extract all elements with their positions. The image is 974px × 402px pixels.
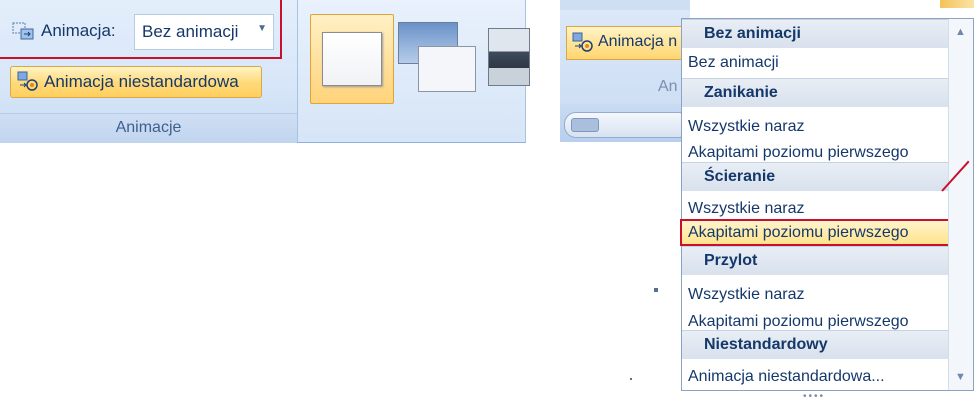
dropdown-header: Przylot: [682, 246, 949, 275]
dropdown-header: Zanikanie: [682, 78, 949, 107]
animations-ribbon: Animacja: Bez animacji ▼ Animacja niesta…: [0, 0, 530, 143]
slide-tab-strip: [560, 104, 690, 142]
dropdown-item-highlighted[interactable]: Akapitami poziomu pierwszego: [680, 219, 951, 246]
slide-preview: [322, 32, 382, 86]
scroll-up-icon[interactable]: ▲: [955, 26, 966, 38]
resize-grip-icon[interactable]: ••••: [803, 391, 825, 402]
animation-icon: [12, 22, 34, 40]
marker-dot: [654, 288, 658, 292]
chevron-down-icon[interactable]: ▼: [257, 23, 267, 34]
transition-thumbnail-none[interactable]: [310, 14, 394, 104]
dropdown-item[interactable]: Wszystkie naraz: [682, 195, 949, 222]
group-label-animations: Animacje: [0, 113, 297, 143]
dropdown-item[interactable]: Bez animacji: [682, 49, 949, 76]
animation-select-value: Bez animacji: [142, 22, 239, 41]
slide-tab[interactable]: [564, 112, 682, 138]
custom-animation-icon: [17, 71, 38, 91]
marker-dot: [630, 378, 632, 380]
animation-select[interactable]: Bez animacji ▼: [134, 14, 274, 50]
slide-preview-front: [418, 46, 476, 92]
dropdown-header: Niestandardowy: [682, 330, 949, 359]
animation-options-list: Bez animacji Bez animacji Zanikanie Wszy…: [680, 19, 951, 390]
animation-dropdown: Bez animacji Bez animacji Zanikanie Wszy…: [680, 18, 974, 391]
dropdown-item[interactable]: Wszystkie naraz: [682, 113, 949, 140]
custom-animation-button[interactable]: Animacja niestandardowa: [10, 66, 262, 98]
dropdown-header: Bez animacji: [682, 19, 949, 48]
custom-animation-label: Animacja niestandardowa: [44, 72, 239, 91]
dropdown-item[interactable]: Animacja niestandardowa...: [682, 363, 949, 390]
transition-gallery: [298, 0, 530, 142]
custom-animation-icon: [572, 32, 593, 52]
animations-group: Animacja: Bez animacji ▼ Animacja niesta…: [0, 0, 298, 143]
ribbon-top-strip: [560, 0, 690, 10]
faded-label: An: [658, 78, 678, 95]
dropdown-item[interactable]: Wszystkie naraz: [682, 281, 949, 308]
custom-animation-button-partial[interactable]: Animacja n: [566, 26, 690, 60]
animation-label: Animacja:: [41, 21, 116, 40]
dropdown-scrollbar[interactable]: ▲ ▼: [948, 19, 973, 390]
ribbon-edge: [940, 0, 974, 8]
tab-knob-icon: [571, 118, 599, 132]
dropdown-header: Ścieranie: [682, 162, 949, 191]
animation-selector-row: Animacja: Bez animacji ▼: [0, 0, 282, 59]
custom-animation-label-partial: Animacja n: [598, 33, 678, 50]
scroll-down-icon[interactable]: ▼: [955, 371, 966, 383]
transition-thumbnail-fade[interactable]: [398, 22, 478, 102]
transition-thumbnail-cut[interactable]: [488, 28, 530, 86]
ribbon-fragment: Animacja n An: [560, 0, 690, 142]
